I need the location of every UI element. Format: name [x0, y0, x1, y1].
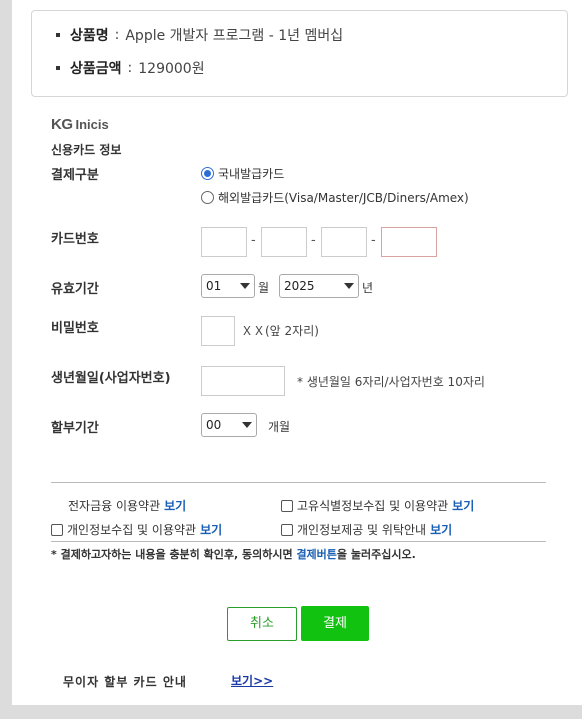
radio-label: 국내발급카드	[218, 167, 285, 181]
installment-label: 할부기간	[51, 421, 99, 436]
checkbox[interactable]	[51, 523, 63, 536]
divider	[51, 541, 546, 542]
product-price-row: 상품금액 : 129000원	[56, 58, 205, 78]
card-number-input-3[interactable]	[321, 227, 367, 257]
password-hint: ＸＸ(앞 2자리)	[241, 324, 319, 338]
confirm-notice: * 결제하고자하는 내용을 충분히 확인후, 동의하시면 결제버튼을 눌러주십시…	[51, 548, 416, 561]
divider	[51, 482, 546, 483]
agreement-privacy-collect: 개인정보수집 및 이용약관 보기	[51, 521, 222, 538]
expiry-month-select[interactable]: 01	[201, 274, 255, 298]
card-number-input-2[interactable]	[261, 227, 307, 257]
product-name-label: 상품명	[70, 28, 109, 44]
card-number-label: 카드번호	[51, 232, 99, 247]
payment-type-label: 결제구분	[51, 168, 99, 183]
radio-selected-icon[interactable]	[201, 167, 214, 180]
product-price-value: 129000원	[138, 61, 205, 77]
radio-domestic-card[interactable]: 국내발급카드	[201, 165, 284, 182]
card-dash: -	[311, 233, 316, 248]
installment-unit: 개월	[268, 420, 291, 434]
card-number-input-4[interactable]	[381, 227, 437, 257]
cancel-button[interactable]: 취소	[227, 607, 297, 641]
product-name-value: Apple 개발자 프로그램 - 1년 멤버십	[125, 28, 344, 44]
product-price-label: 상품금액	[70, 61, 122, 77]
section-title: 신용카드 정보	[51, 143, 122, 157]
bullet-icon	[56, 33, 60, 37]
product-summary-box: 상품명 : Apple 개발자 프로그램 - 1년 멤버십 상품금액 : 129…	[31, 10, 568, 97]
birth-label: 생년월일(사업자번호)	[51, 371, 171, 386]
checkbox[interactable]	[281, 499, 293, 512]
radio-overseas-card[interactable]: 해외발급카드(Visa/Master/JCB/Diners/Amex)	[201, 189, 469, 206]
product-name-row: 상품명 : Apple 개발자 프로그램 - 1년 멤버십	[56, 25, 343, 45]
agreement-unique-id: 고유식별정보수집 및 이용약관 보기	[281, 497, 474, 514]
checkbox[interactable]	[281, 523, 293, 536]
view-link[interactable]: 보기	[200, 521, 222, 538]
installment-select[interactable]: 00	[201, 413, 257, 437]
agreement-efinance: 전자금융 이용약관 보기	[68, 497, 187, 514]
password-label: 비밀번호	[51, 321, 99, 336]
separator: :	[114, 27, 120, 43]
interest-free-label: 무이자 할부 카드 안내	[63, 675, 187, 689]
card-dash: -	[251, 233, 256, 248]
expiry-year-select[interactable]: 2025	[279, 274, 359, 298]
chevron-down-icon	[242, 422, 252, 428]
birth-input[interactable]	[201, 366, 285, 396]
card-dash: -	[371, 233, 376, 248]
view-link[interactable]: 보기	[430, 521, 452, 538]
radio-label: 해외발급카드(Visa/Master/JCB/Diners/Amex)	[218, 191, 469, 205]
kg-inicis-logo: KG Inicis	[51, 116, 109, 133]
separator: :	[127, 60, 133, 76]
chevron-down-icon	[240, 283, 250, 289]
interest-free-view-link[interactable]: 보기>>	[231, 672, 273, 689]
agreement-privacy-provide: 개인정보제공 및 위탁안내 보기	[281, 521, 452, 538]
bullet-icon	[56, 66, 60, 70]
expiry-label: 유효기간	[51, 282, 99, 297]
card-number-input-1[interactable]	[201, 227, 247, 257]
password-input[interactable]	[201, 316, 235, 346]
view-link[interactable]: 보기	[164, 497, 186, 514]
year-unit: 년	[362, 281, 374, 295]
birth-hint: * 생년월일 6자리/사업자번호 10자리	[297, 375, 485, 389]
pay-button[interactable]: 결제	[301, 606, 369, 641]
payment-page: 상품명 : Apple 개발자 프로그램 - 1년 멤버십 상품금액 : 129…	[12, 0, 582, 705]
month-unit: 월	[258, 281, 270, 295]
radio-unselected-icon[interactable]	[201, 191, 214, 204]
chevron-down-icon	[344, 283, 354, 289]
view-link[interactable]: 보기	[452, 497, 474, 514]
